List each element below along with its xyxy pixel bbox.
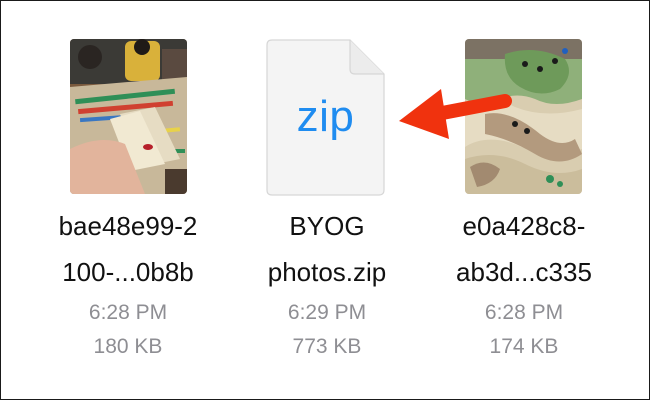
file-name-line-1: BYOG xyxy=(289,211,365,241)
file-name-line-1: e0a428c8- xyxy=(462,211,586,241)
file-size: 174 KB xyxy=(489,335,559,358)
file-size: 180 KB xyxy=(93,335,163,358)
file-browser: bae48e99-2 100-...0b8b 6:28 PM 180 KB zi… xyxy=(0,0,650,400)
file-size: 773 KB xyxy=(292,335,362,358)
arrow-left-icon xyxy=(399,89,512,139)
zip-document-icon[interactable]: zip xyxy=(266,39,385,196)
file-modified-time: 6:28 PM xyxy=(88,301,168,324)
file-name-line-2: 100-...0b8b xyxy=(62,257,194,287)
file-name-line-2: photos.zip xyxy=(267,257,387,287)
zip-icon-label: zip xyxy=(296,92,355,141)
file-name-line-1: bae48e99-2 xyxy=(58,211,198,241)
file-modified-time: 6:29 PM xyxy=(287,301,367,324)
file-name-line-2: ab3d...c335 xyxy=(456,257,592,287)
file-modified-time: 6:28 PM xyxy=(484,301,564,324)
board-game-photo-image xyxy=(70,39,187,194)
photo-thumbnail[interactable] xyxy=(70,39,187,194)
